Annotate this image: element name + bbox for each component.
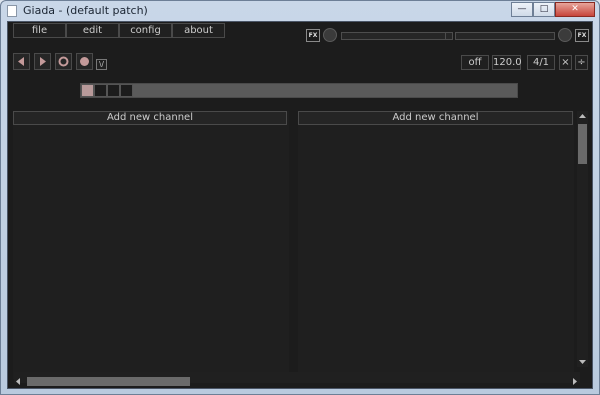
input-monitor-toggle[interactable]: [445, 32, 453, 40]
play-button[interactable]: [34, 53, 51, 70]
record-input-button[interactable]: [55, 53, 72, 70]
output-volume-knob[interactable]: [558, 28, 572, 42]
input-volume-knob[interactable]: [323, 28, 337, 42]
channel-column-right: [298, 111, 574, 379]
play-icon: [40, 57, 46, 66]
main-area: file edit config about FX FX \/ off 120.…: [7, 21, 593, 389]
title-bar[interactable]: Giada - (default patch) — □ ✕: [1, 1, 599, 21]
app-icon: [7, 5, 17, 17]
window-title: Giada - (default patch): [23, 4, 148, 17]
menu-file[interactable]: file: [13, 23, 66, 38]
beat-cell: [107, 84, 120, 97]
output-fx-button[interactable]: FX: [575, 29, 589, 42]
vertical-scrollbar[interactable]: [577, 111, 588, 367]
beat-cell-active: [81, 84, 94, 97]
quantize-button[interactable]: off: [461, 55, 489, 70]
input-fx-button[interactable]: FX: [306, 29, 320, 42]
close-icon[interactable]: ✕: [555, 2, 595, 17]
window-controls: — □ ✕: [511, 2, 595, 17]
app-window: Giada - (default patch) — □ ✕ file edit …: [0, 0, 600, 395]
menu-edit[interactable]: edit: [66, 23, 119, 38]
beat-meter: [80, 83, 518, 98]
beat-cell: [120, 84, 133, 97]
add-channel-button-right[interactable]: Add new channel: [298, 111, 573, 125]
output-level-meter: [455, 32, 555, 40]
beat-cell: [94, 84, 107, 97]
record-actions-button[interactable]: [76, 53, 93, 70]
beats-reset-button[interactable]: ×: [559, 55, 572, 70]
beats-button[interactable]: 4/1: [527, 55, 555, 70]
horizontal-scrollbar-graphic: [16, 377, 577, 386]
metronome-button[interactable]: \/: [96, 59, 107, 70]
channel-column-left: [13, 111, 289, 379]
bpm-button[interactable]: 120.0: [492, 55, 522, 70]
rewind-icon: [18, 57, 24, 66]
minimize-icon[interactable]: —: [511, 2, 533, 17]
rewind-button[interactable]: [13, 53, 30, 70]
menu-about[interactable]: about: [172, 23, 225, 38]
vertical-scrollbar-graphic: [578, 114, 587, 364]
horizontal-scrollbar[interactable]: [14, 372, 580, 386]
menu-config[interactable]: config: [119, 23, 172, 38]
add-channel-button-left[interactable]: Add new channel: [13, 111, 287, 125]
input-level-meter: [341, 32, 446, 40]
record-ring-icon: [58, 56, 69, 67]
beats-divide-button[interactable]: ÷: [575, 55, 588, 70]
record-dot-icon: [80, 57, 89, 66]
maximize-icon[interactable]: □: [533, 2, 555, 17]
